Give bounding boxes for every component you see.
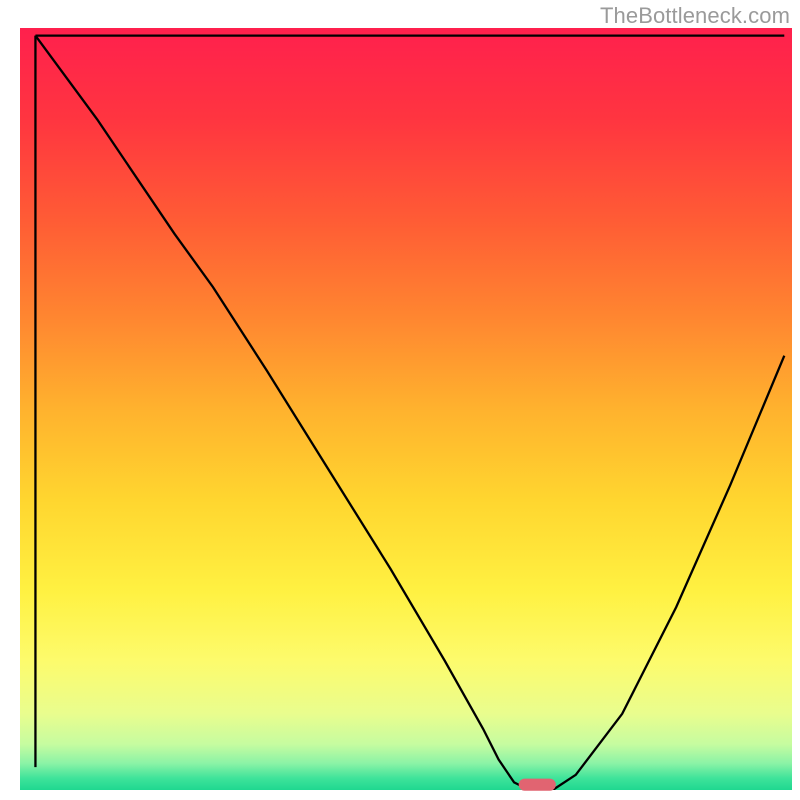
bottleneck-chart: [0, 0, 800, 800]
optimal-point-marker: [519, 779, 556, 791]
plot-background: [20, 28, 792, 790]
chart-container: TheBottleneck.com: [0, 0, 800, 800]
